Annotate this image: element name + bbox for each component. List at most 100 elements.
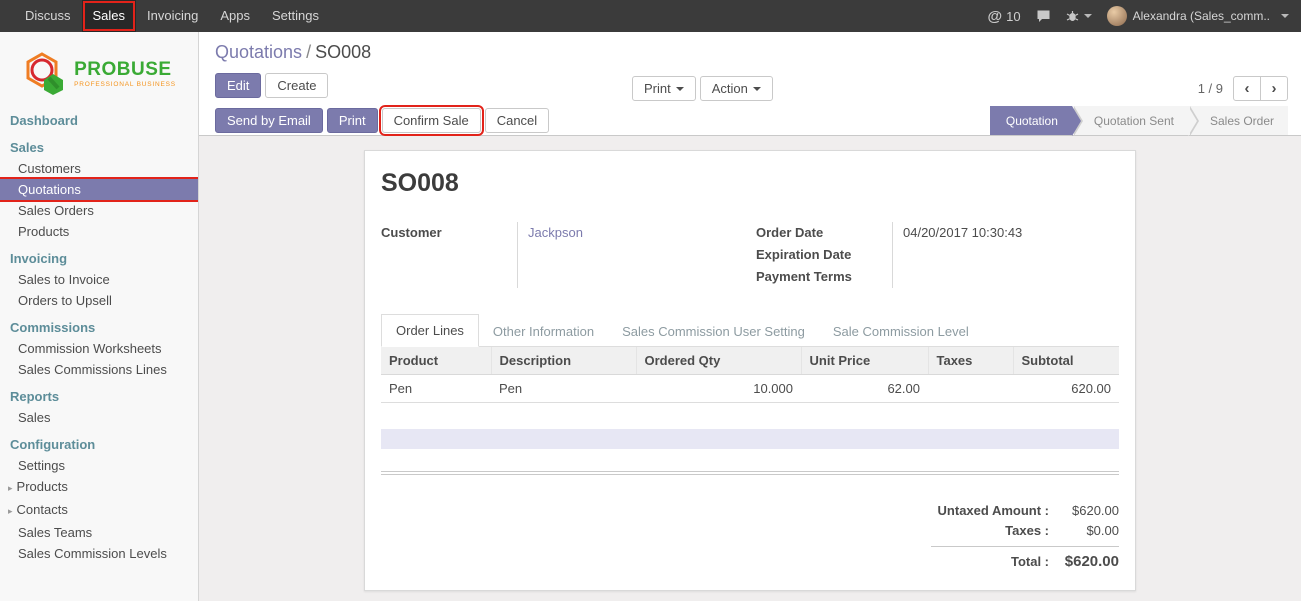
status-sales-order[interactable]: Sales Order [1188,106,1288,135]
sidebar-item-products[interactable]: Products [0,221,198,242]
taxes-label: Taxes : [931,521,1049,541]
sidebar-heading-commissions: Commissions [0,317,198,338]
logo-subtitle: PROFESSIONAL BUSINESS [74,81,176,88]
probuse-logo-icon [22,52,68,96]
tab-other-information[interactable]: Other Information [479,316,608,347]
empty-order-line-row [381,429,1119,449]
tab-sale-commission-level[interactable]: Sale Commission Level [819,316,983,347]
sidebar-item-orders-to-upsell[interactable]: Orders to Upsell [0,290,198,311]
sidebar-item-label: Products [17,479,68,494]
taxes-value: $0.00 [1061,521,1119,541]
probuse-logo: PROBUSE PROFESSIONAL BUSINESS [0,32,198,108]
cancel-button[interactable]: Cancel [485,108,549,133]
sidebar-item-sales-orders[interactable]: Sales Orders [0,200,198,221]
avatar [1107,6,1127,26]
top-menu-bar: Discuss Sales Invoicing Apps Settings [14,0,330,32]
sidebar-item-contacts[interactable]: ▸Contacts [0,499,198,522]
cell-product[interactable]: Pen [381,375,491,403]
customer-label: Customer [381,222,517,244]
column-description: Description [491,347,636,375]
totals-block: Untaxed Amount : $620.00 Taxes : $0.00 T… [931,501,1119,572]
notebook-tabs: Order Lines Other Information Sales Comm… [381,314,1119,347]
chevron-left-icon: ‹ [1245,80,1250,97]
logo-title: PROBUSE [74,60,176,79]
cell-ordered-qty: 10.000 [636,375,801,403]
breadcrumb-quotations-link[interactable]: Quotations [215,42,302,62]
debug-menu-button[interactable] [1066,10,1092,23]
column-product: Product [381,347,491,375]
menu-apps[interactable]: Apps [209,0,261,32]
statusbar-toolbar: Send by Email Print Confirm Sale Cancel … [199,106,1301,136]
sidebar-heading-invoicing: Invoicing [0,248,198,269]
sidebar-item-sales-commission-levels[interactable]: Sales Commission Levels [0,543,198,564]
print-button[interactable]: Print [327,108,378,133]
customer-field-group: Customer Jackpson [381,222,744,288]
column-unit-price: Unit Price [801,347,928,375]
menu-discuss[interactable]: Discuss [14,0,82,32]
taxes-row: Taxes : $0.00 [931,521,1119,541]
sidebar-item-sales-commissions-lines[interactable]: Sales Commissions Lines [0,359,198,380]
bug-icon [1066,10,1079,23]
activity-count: 10 [1006,9,1020,24]
status-quotation-sent[interactable]: Quotation Sent [1072,106,1188,135]
action-dropdown-button[interactable]: Action [700,76,773,101]
caret-down-icon [676,87,684,95]
sidebar-heading-configuration: Configuration [0,434,198,455]
order-date-label: Order Date [756,222,892,244]
topbar: Discuss Sales Invoicing Apps Settings @ … [0,0,1301,32]
sidebar-item-sales-teams[interactable]: Sales Teams [0,522,198,543]
print-dropdown-label: Print [644,81,671,96]
user-name: Alexandra (Sales_comm.. [1133,9,1270,23]
status-quotation[interactable]: Quotation [990,106,1072,135]
user-menu-button[interactable]: Alexandra (Sales_comm.. [1107,6,1289,26]
column-ordered-qty: Ordered Qty [636,347,801,375]
sidebar-item-sales-to-invoice[interactable]: Sales to Invoice [0,269,198,290]
total-label: Total : [931,552,1049,572]
sidebar-item-config-products[interactable]: ▸ Products [0,476,198,499]
menu-settings[interactable]: Settings [261,0,330,32]
chat-button[interactable] [1036,9,1051,23]
activity-menu-button[interactable]: @ 10 [988,8,1021,25]
send-by-email-button[interactable]: Send by Email [215,108,323,133]
sidebar-heading-sales: Sales [0,137,198,158]
control-panel: Quotations/SO008 Edit Create Print Actio… [199,32,1301,106]
sidebar-item-quotations[interactable]: Quotations [0,179,198,200]
edit-button[interactable]: Edit [215,73,261,98]
print-dropdown-button[interactable]: Print [632,76,696,101]
field-groups: Customer Jackpson Order Date Expiration … [381,222,1119,288]
tab-order-lines[interactable]: Order Lines [381,314,479,347]
confirm-sale-button[interactable]: Confirm Sale [382,108,481,133]
tab-sales-commission-user-setting[interactable]: Sales Commission User Setting [608,316,819,347]
pager-previous-button[interactable]: ‹ [1233,76,1261,101]
chat-bubble-icon [1036,9,1051,23]
sidebar-item-label: Contacts [17,502,68,517]
pager-next-button[interactable]: › [1260,76,1288,101]
caret-down-icon [1084,14,1092,22]
payment-terms-value [903,266,1119,288]
sidebar-heading-reports: Reports [0,386,198,407]
order-line-row[interactable]: Pen Pen 10.000 62.00 620.00 [381,375,1119,403]
sidebar-item-customers[interactable]: Customers [0,158,198,179]
main-area: Quotations/SO008 Edit Create Print Actio… [199,32,1301,601]
sidebar-item-dashboard[interactable]: Dashboard [0,110,198,131]
breadcrumb-separator: / [302,42,315,62]
menu-invoicing[interactable]: Invoicing [136,0,209,32]
sidebar-action-buttons: Print Action [632,76,773,101]
sidebar-item-settings[interactable]: Settings [0,455,198,476]
sidebar: PROBUSE PROFESSIONAL BUSINESS Dashboard … [0,32,199,601]
create-button[interactable]: Create [265,73,328,98]
dates-field-group: Order Date Expiration Date Payment Terms… [756,222,1119,288]
order-lines-header-row: Product Description Ordered Qty Unit Pri… [381,347,1119,375]
customer-value-link[interactable]: Jackpson [528,222,744,244]
topbar-right: @ 10 Alexandra (Sales_comm.. [988,6,1301,26]
order-date-value: 04/20/2017 10:30:43 [903,222,1119,244]
sidebar-item-reports-sales[interactable]: Sales [0,407,198,428]
menu-sales[interactable]: Sales [82,0,137,32]
sidebar-item-commission-worksheets[interactable]: Commission Worksheets [0,338,198,359]
expiration-date-label: Expiration Date [756,244,892,266]
at-icon: @ [988,8,1003,25]
expand-arrow-icon: ▸ [8,483,13,493]
order-lines-table: Product Description Ordered Qty Unit Pri… [381,347,1119,403]
caret-down-icon [753,87,761,95]
cell-subtotal: 620.00 [1013,375,1119,403]
